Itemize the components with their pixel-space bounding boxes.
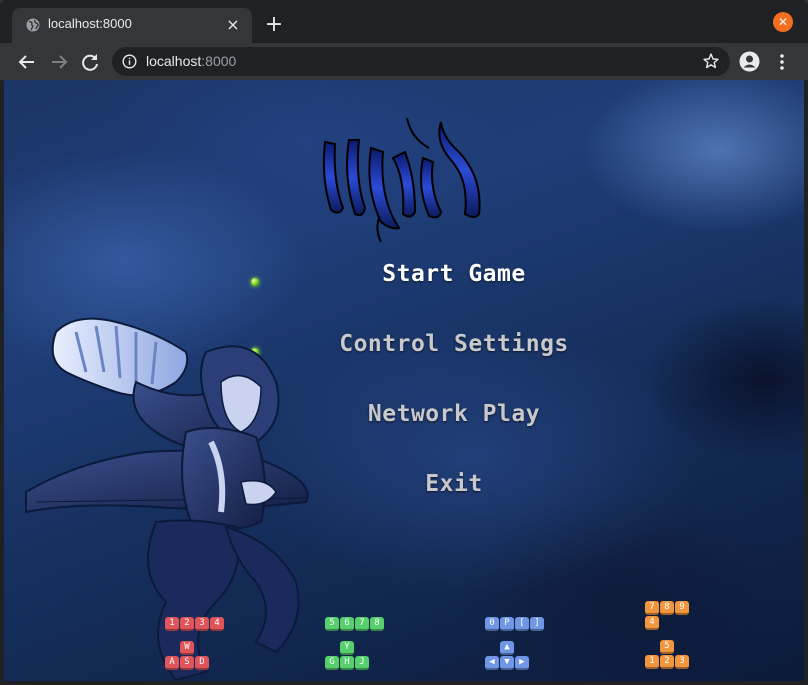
arrow-down-key: ▼ — [500, 656, 514, 670]
window-close-button[interactable]: ✕ — [773, 12, 793, 32]
key-cap: Y — [340, 641, 354, 655]
key-cap: 3 — [675, 655, 689, 669]
info-icon[interactable] — [122, 54, 137, 69]
browser-toolbar: localhost:8000 — [0, 43, 808, 80]
key-cap: 4 — [645, 616, 659, 630]
key-cap: D — [195, 656, 209, 670]
globe-icon — [26, 18, 40, 32]
arrow-up-key: ▲ — [500, 641, 514, 655]
key-cap: 6 — [340, 617, 354, 631]
key-cap: A — [165, 656, 179, 670]
key-cap: 9 — [675, 601, 689, 615]
key-cap: 3 — [195, 617, 209, 631]
key-cap: 5 — [325, 617, 339, 631]
tab-strip: localhost:8000 × + ✕ — [0, 0, 808, 43]
browser-window: localhost:8000 × + ✕ localhost:8000 Star… — [0, 0, 808, 685]
url-text[interactable]: localhost:8000 — [146, 53, 236, 69]
close-icon[interactable]: × — [224, 16, 242, 34]
key-cap: 8 — [370, 617, 384, 631]
key-cap: 5 — [660, 640, 674, 654]
browser-tab[interactable]: localhost:8000 × — [12, 8, 252, 43]
player3-key-hints: 0 P [ ] ▲ ◀ ▼ ▶ — [485, 617, 544, 670]
game-canvas[interactable]: Start Game Control Settings Network Play… — [4, 80, 804, 681]
key-cap: 4 — [210, 617, 224, 631]
star-icon[interactable] — [702, 52, 720, 70]
key-cap: 1 — [645, 655, 659, 669]
url-host: localhost — [146, 53, 202, 69]
tab-title: localhost:8000 — [48, 16, 132, 31]
player4-key-hints: 7 8 9 4 5 1 2 3 — [645, 601, 689, 669]
arrow-left-key: ◀ — [485, 656, 499, 670]
key-cap: [ — [515, 617, 529, 631]
arrow-right-key: ▶ — [515, 656, 529, 670]
key-cap: ] — [530, 617, 544, 631]
reload-icon[interactable] — [77, 49, 103, 75]
forward-arrow-icon[interactable] — [46, 49, 72, 75]
key-cap: J — [355, 656, 369, 670]
kebab-menu-icon[interactable] — [774, 52, 790, 72]
key-cap: H — [340, 656, 354, 670]
key-cap: G — [325, 656, 339, 670]
key-cap: 0 — [485, 617, 499, 631]
key-cap: P — [500, 617, 514, 631]
key-cap: 1 — [165, 617, 179, 631]
player2-key-hints: 5 6 7 8 Y G H J — [325, 617, 384, 670]
address-bar[interactable]: localhost:8000 — [112, 47, 730, 76]
key-cap: 8 — [660, 601, 674, 615]
back-arrow-icon[interactable] — [14, 49, 40, 75]
key-cap: W — [180, 641, 194, 655]
url-port: :8000 — [201, 53, 237, 69]
menu-cursor-orb — [251, 278, 259, 286]
profile-icon[interactable] — [739, 51, 760, 72]
key-cap: 7 — [355, 617, 369, 631]
key-cap: 7 — [645, 601, 659, 615]
game-logo — [322, 118, 481, 243]
plus-icon[interactable]: + — [262, 13, 286, 37]
player1-key-hints: 1 2 3 4 W A S D — [165, 617, 224, 670]
key-cap: S — [180, 656, 194, 670]
key-cap: 2 — [660, 655, 674, 669]
key-cap: 2 — [180, 617, 194, 631]
start-game-button[interactable]: Start Game — [254, 261, 654, 287]
